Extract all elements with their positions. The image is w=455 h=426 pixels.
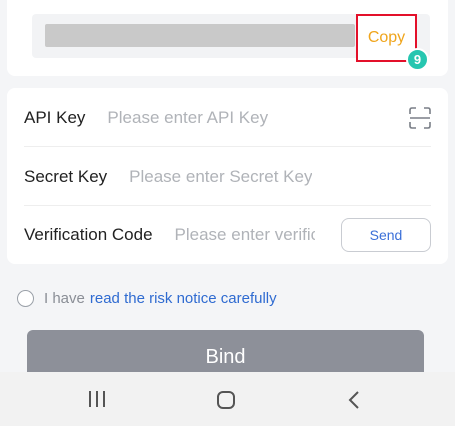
masked-key-value — [45, 24, 355, 47]
risk-notice-row: I have read the risk notice carefully — [17, 288, 277, 308]
bind-api-form: API Key Please enter API Key Secret Key … — [7, 88, 448, 264]
home-icon[interactable] — [216, 390, 236, 410]
send-code-button[interactable]: Send — [341, 218, 431, 252]
api-key-input[interactable]: Please enter API Key — [107, 108, 268, 128]
verification-code-input[interactable]: Please enter verification code — [175, 225, 315, 245]
system-nav-bar — [0, 372, 455, 426]
verification-code-row: Verification Code Please enter verificat… — [24, 206, 431, 264]
scan-icon[interactable] — [409, 107, 431, 129]
verification-code-label: Verification Code — [24, 225, 153, 244]
secret-key-row: Secret Key Please enter Secret Key — [24, 148, 431, 206]
api-key-label: API Key — [24, 107, 86, 127]
risk-prefix-text: I have — [44, 289, 85, 307]
secret-key-input[interactable]: Please enter Secret Key — [129, 167, 312, 187]
back-icon[interactable] — [347, 390, 361, 410]
risk-notice-link[interactable]: read the risk notice carefully — [90, 290, 277, 307]
risk-agree-radio[interactable] — [17, 289, 34, 307]
secret-key-label: Secret Key — [24, 166, 108, 186]
recent-apps-icon[interactable] — [88, 390, 106, 408]
api-key-row: API Key Please enter API Key — [24, 89, 431, 147]
step-badge: 9 — [406, 48, 429, 71]
